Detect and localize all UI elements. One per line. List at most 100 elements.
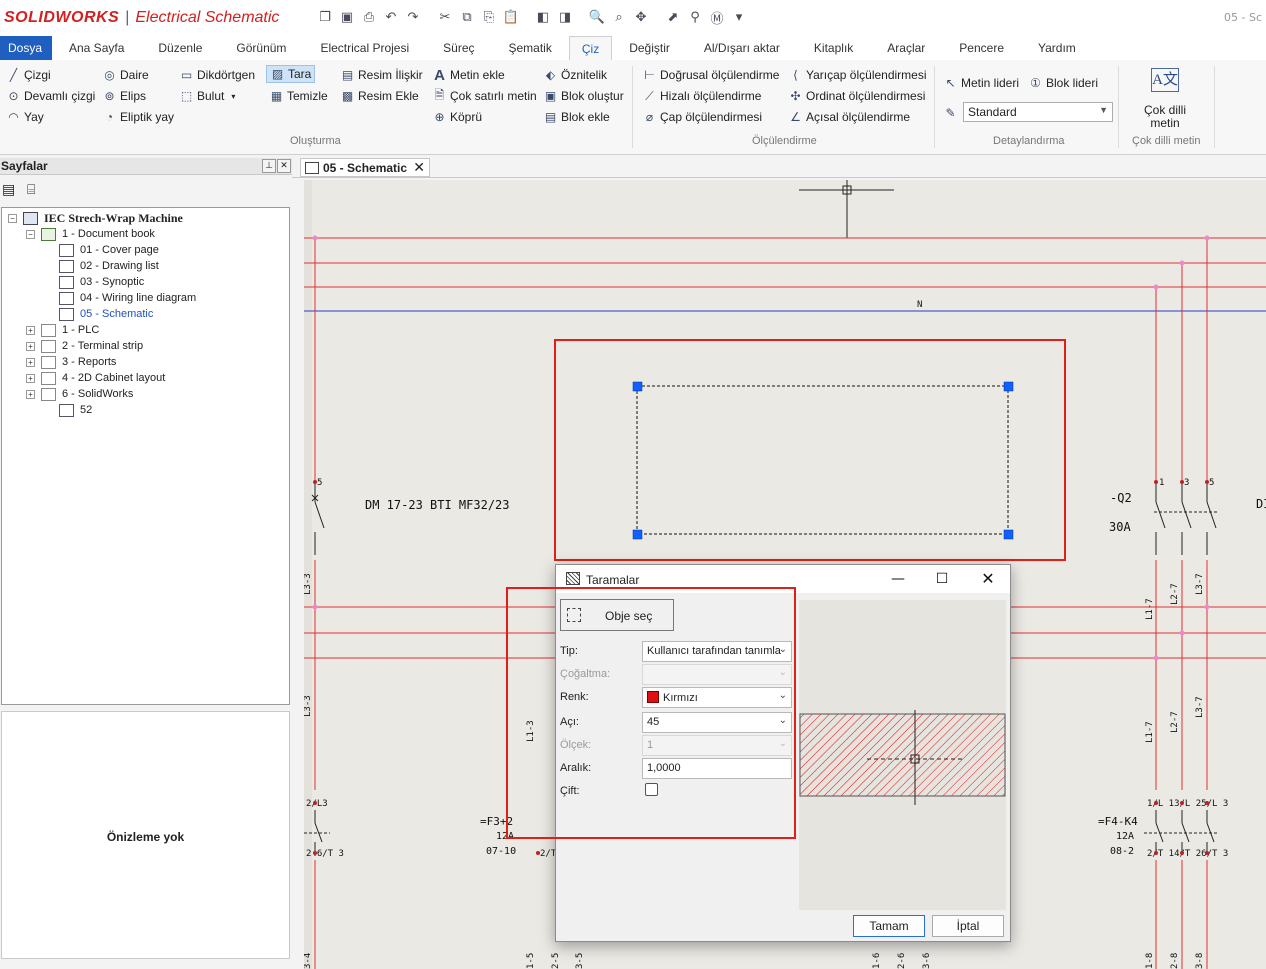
customize-dropdown-icon[interactable]: ▾: [730, 8, 748, 26]
cancel-button[interactable]: İptal: [932, 915, 1004, 937]
page-next-icon[interactable]: ◨: [556, 8, 574, 26]
collapse-icon[interactable]: −: [26, 229, 35, 239]
tab-schematic[interactable]: Şematik: [492, 36, 569, 60]
page-properties-icon[interactable]: ⌸: [27, 182, 35, 198]
block-leader-button[interactable]: ① Blok lideri: [1028, 74, 1098, 92]
expand-icon[interactable]: +: [26, 389, 35, 399]
bottom-wire-labels: 3-4 1-5 2-5 3-5 1-6 2-6 3-6 1-8 2-8 3-8: [304, 953, 1205, 969]
ellipse-button[interactable]: ⊚ Elips: [102, 87, 146, 105]
open-project-icon[interactable]: ❐: [316, 8, 334, 26]
close-icon[interactable]: ✕: [277, 159, 291, 173]
diameter-dimension-button[interactable]: ⌀ Çap ölçülendirmesi: [642, 108, 762, 126]
print-icon[interactable]: ⎙: [360, 8, 378, 26]
expand-icon[interactable]: +: [26, 373, 35, 383]
expand-icon[interactable]: +: [26, 357, 35, 367]
tree-item[interactable]: − IEC Strech-Wrap Machine: [8, 210, 183, 226]
copy-icon[interactable]: ⧉: [458, 8, 476, 26]
tab-tools[interactable]: Araçlar: [870, 36, 942, 60]
search-icon[interactable]: ⚲: [686, 8, 704, 26]
wire-label: 3-4: [304, 953, 313, 969]
tree-item-label: 02 - Drawing list: [80, 260, 159, 272]
copy-special-icon[interactable]: ⎘: [480, 8, 498, 26]
multilingual-text-button[interactable]: A文 Çok dilli metin: [1142, 68, 1188, 130]
circle-button[interactable]: ◎ Daire: [102, 66, 148, 84]
attribute-button[interactable]: ⬖ Öznitelik: [543, 66, 607, 84]
macro-icon[interactable]: Ⓜ: [708, 8, 726, 27]
tree-item[interactable]: 01 - Cover page: [44, 242, 159, 258]
save-icon[interactable]: ▣: [338, 8, 356, 26]
text-style-icon-wrap: ✎: [943, 104, 958, 122]
group-label-dimension: Ölçülendirme: [752, 135, 817, 147]
arc-button[interactable]: ◠ Yay: [6, 108, 44, 126]
tree-item[interactable]: 04 - Wiring line diagram: [44, 290, 196, 306]
pan-icon[interactable]: ✥: [632, 8, 650, 26]
ok-button[interactable]: Tamam: [853, 915, 925, 937]
ordinate-dimension-button[interactable]: ✣ Ordinat ölçülendirmesi: [788, 87, 925, 105]
insert-block-button[interactable]: ▤ Blok ekle: [543, 108, 610, 126]
tab-draw[interactable]: Çiz: [568, 36, 613, 60]
close-tab-icon[interactable]: ✕: [413, 159, 425, 176]
insert-image-button[interactable]: ▩ Resim Ekle: [340, 87, 419, 105]
cloud-button[interactable]: ⬚ Bulut ▾: [179, 87, 236, 105]
elliptical-arc-button[interactable]: ◔ Eliptik yay: [102, 108, 174, 126]
tree-item[interactable]: 02 - Drawing list: [44, 258, 159, 274]
pages-panel-title: Sayfalar: [1, 159, 48, 173]
tab-view[interactable]: Görünüm: [219, 36, 303, 60]
tab-help[interactable]: Yardım: [1021, 36, 1093, 60]
text-style-select[interactable]: Standard ▼: [963, 102, 1113, 122]
hatch-button[interactable]: ▨ Tara: [266, 65, 316, 83]
undo-icon[interactable]: ↶: [382, 8, 400, 26]
tab-file[interactable]: Dosya: [0, 36, 52, 60]
tree-item[interactable]: +1 - PLC: [26, 322, 99, 338]
redo-icon[interactable]: ↷: [404, 8, 422, 26]
tab-edit[interactable]: Düzenle: [141, 36, 219, 60]
insert-text-button[interactable]: A Metin ekle: [432, 66, 505, 84]
expand-icon[interactable]: +: [26, 341, 35, 351]
linear-dimension-button[interactable]: ⊢ Doğrusal ölçülendirme: [642, 66, 779, 84]
document-tab[interactable]: 05 - Schematic ✕: [300, 158, 430, 177]
multiline-text-button[interactable]: 🗎 Çok satırlı metin: [432, 87, 537, 105]
cut-icon[interactable]: ✂: [436, 8, 454, 26]
radius-dimension-button[interactable]: ⟨ Yarıçap ölçülendirmesi: [788, 66, 926, 84]
tab-process[interactable]: Süreç: [426, 36, 491, 60]
create-block-button[interactable]: ▣ Blok oluştur: [543, 87, 624, 105]
minimize-icon[interactable]: —: [888, 569, 908, 589]
tree-item[interactable]: +2 - Terminal strip: [26, 338, 143, 354]
go-to-icon[interactable]: ⬈: [664, 8, 682, 26]
pin-icon[interactable]: ⊥: [262, 159, 276, 173]
cloud-dropdown-icon[interactable]: ▾: [231, 92, 235, 101]
wiring-page-icon: [59, 291, 74, 305]
tab-import-export[interactable]: Al/Dışarı aktar: [687, 36, 797, 60]
collapse-icon[interactable]: −: [8, 213, 17, 223]
tree-item[interactable]: 03 - Synoptic: [44, 274, 144, 290]
polyline-button[interactable]: ⊙ Devamlı çizgi: [6, 87, 95, 105]
page-prev-icon[interactable]: ◧: [534, 8, 552, 26]
tree-item[interactable]: +4 - 2D Cabinet layout: [26, 370, 165, 386]
line-button[interactable]: ╱ Çizgi: [6, 66, 51, 84]
clean-button[interactable]: ▦ Temizle: [269, 87, 328, 105]
aligned-dimension-button[interactable]: ⟋ Hizalı ölçülendirme: [642, 87, 761, 105]
link-image-button[interactable]: ▤ Resim İlişkir: [340, 66, 423, 84]
paste-icon[interactable]: 📋: [502, 8, 520, 26]
text-leader-button[interactable]: ↖ Metin lideri: [943, 74, 1019, 92]
zoom-fit-icon[interactable]: ⌕: [610, 8, 628, 26]
angular-dimension-button[interactable]: ∠ Açısal ölçülendirme: [788, 108, 910, 126]
maximize-icon[interactable]: ☐: [932, 569, 952, 589]
rectangle-button[interactable]: ▭ Dikdörtgen: [179, 66, 255, 84]
tree-item[interactable]: +6 - SolidWorks: [26, 386, 133, 402]
tab-electrical-project[interactable]: Electrical Projesi: [303, 36, 426, 60]
hyperlink-button[interactable]: ⊕ Köprü: [432, 108, 482, 126]
close-icon[interactable]: ✕: [978, 569, 998, 589]
tab-window[interactable]: Pencere: [942, 36, 1021, 60]
tree-item[interactable]: 52: [44, 402, 92, 418]
tab-library[interactable]: Kitaplık: [797, 36, 870, 60]
tab-home[interactable]: Ana Sayfa: [52, 36, 141, 60]
cover-page-icon: [59, 243, 74, 257]
page-list-icon[interactable]: ▤: [2, 182, 15, 198]
tree-item[interactable]: 05 - Schematic: [44, 306, 153, 322]
tab-modify[interactable]: Değiştir: [612, 36, 687, 60]
tree-item[interactable]: +3 - Reports: [26, 354, 116, 370]
expand-icon[interactable]: +: [26, 325, 35, 335]
zoom-window-icon[interactable]: 🔍: [588, 8, 606, 26]
tree-item[interactable]: − 1 - Document book: [26, 226, 155, 242]
